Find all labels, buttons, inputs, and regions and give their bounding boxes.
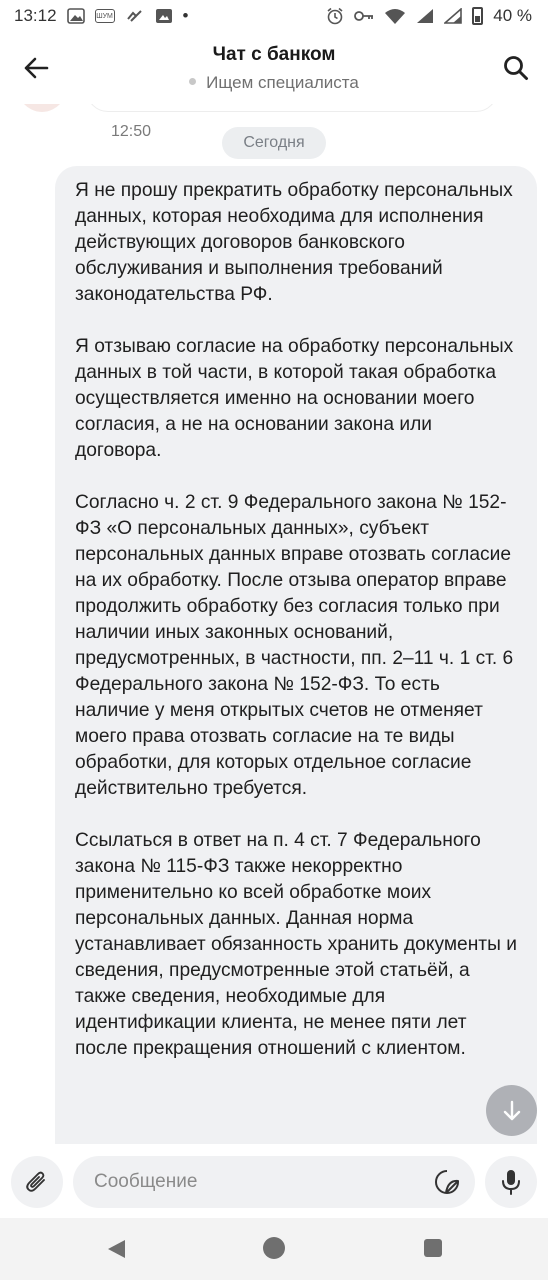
message-paragraph: Ссылаться в ответ на п. 4 ст. 7 Федераль… — [75, 830, 517, 1059]
nav-home-button[interactable] — [263, 1237, 285, 1259]
message-composer — [0, 1144, 548, 1218]
operator-avatar — [14, 104, 70, 112]
nav-back-button[interactable] — [105, 1238, 127, 1260]
message-input[interactable] — [94, 1156, 424, 1208]
paperclip-icon — [26, 1171, 45, 1192]
status-time: 13:12 — [14, 6, 57, 25]
message-bubble[interactable]: Я не прошу прекратить обработку персонал… — [55, 166, 537, 1144]
signal-icon — [416, 8, 434, 24]
key-icon — [354, 10, 374, 22]
previous-message-bubble[interactable] — [86, 104, 498, 112]
battery-percent: 40 % — [493, 6, 532, 25]
search-button[interactable] — [498, 50, 534, 86]
microphone-icon — [502, 1170, 520, 1195]
attach-button[interactable] — [11, 1156, 63, 1208]
battery-icon — [472, 7, 484, 25]
scroll-down-button[interactable] — [486, 1085, 537, 1136]
chat-status-text: Ищем специалиста — [206, 73, 359, 92]
alarm-icon — [326, 7, 344, 25]
message-paragraph: Я не прошу прекратить обработку персонал… — [75, 180, 513, 305]
voice-message-button[interactable] — [485, 1156, 537, 1208]
status-dot — [189, 78, 197, 86]
signal-icon-2 — [444, 8, 463, 24]
image-icon — [66, 8, 85, 24]
system-navigation-bar — [0, 1218, 548, 1280]
wifi-icon — [384, 8, 406, 24]
nav-recents-button[interactable] — [424, 1239, 442, 1257]
status-bar: 13:12 ШУМ • 40 % — [0, 0, 548, 32]
notification-dot: • — [182, 6, 189, 25]
sticker-button[interactable] — [433, 1168, 461, 1196]
status-left: 13:12 ШУМ • — [14, 6, 189, 26]
message-input-container[interactable] — [73, 1156, 475, 1208]
search-icon — [504, 56, 528, 80]
chat-messages[interactable]: 12:50 Сегодня Я не прошу прекратить обра… — [0, 104, 548, 1144]
page-title: Чат с банком — [212, 44, 336, 65]
chat-header: Чат с банком Ищем специалиста — [0, 32, 548, 104]
arrow-down-icon — [503, 1100, 520, 1120]
date-separator: Сегодня — [222, 127, 326, 159]
link-icon — [125, 8, 145, 24]
chat-status: Ищем специалиста — [0, 73, 548, 93]
sticker-icon — [435, 1170, 459, 1194]
message-paragraph: Согласно ч. 2 ст. 9 Федерального закона … — [75, 492, 514, 799]
previous-message-time: 12:50 — [111, 123, 152, 140]
status-right: 40 % — [326, 6, 532, 26]
gallery-icon — [155, 8, 173, 24]
message-paragraph: Я отзываю согласие на обработку персонал… — [75, 336, 514, 461]
noise-app-icon: ШУМ — [94, 9, 115, 23]
